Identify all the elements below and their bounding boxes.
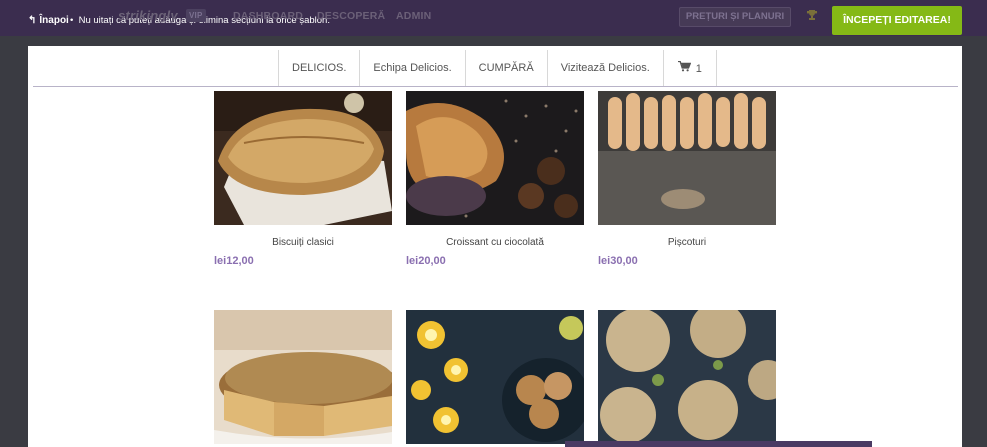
product-card[interactable] [406, 310, 584, 444]
nav-item-visit[interactable]: Vizitează Delicios. [548, 50, 664, 87]
trophy-icon[interactable] [806, 9, 818, 24]
start-editing-button[interactable]: ÎNCEPEȚI EDITAREA! [832, 6, 962, 35]
nav-item-delicios[interactable]: DELICIOS. [279, 50, 361, 87]
cart-count: 1 [695, 62, 702, 75]
product-card[interactable]: Pișcoturi lei30,00 [598, 91, 776, 267]
product-image-matcha-cookies[interactable] [598, 310, 776, 444]
product-price: lei12,00 [214, 255, 254, 267]
site-navigation: DELICIOS. Echipa Delicios. CUMPĂRĂ Vizit… [278, 50, 717, 87]
product-image-tart[interactable] [214, 310, 392, 444]
product-image-bread[interactable] [214, 91, 392, 225]
product-card[interactable]: Biscuiți clasici lei12,00 [214, 91, 392, 267]
product-image-croissant[interactable] [406, 91, 584, 225]
product-price: lei20,00 [406, 255, 446, 267]
back-link[interactable]: ↰ Înapoi [28, 15, 69, 26]
strikingly-logo[interactable]: strikingly [118, 8, 178, 23]
editor-top-bar: ↰Înapoi • Nu uitați că puteți adăuga și … [0, 0, 987, 36]
nav-discover[interactable]: DESCOPERĂ [317, 10, 385, 22]
back-arrow-icon: ↰ [28, 15, 37, 26]
shopping-cart-icon [677, 51, 692, 87]
product-image-flowers-cookies[interactable] [406, 310, 584, 444]
product-name[interactable]: Croissant cu ciocolată [406, 237, 584, 248]
bottom-bar [565, 441, 872, 447]
product-name[interactable]: Pișcoturi [598, 237, 776, 248]
cart-button[interactable]: 1 [664, 50, 717, 87]
product-image-ladyfingers[interactable] [598, 91, 776, 225]
product-price: lei30,00 [598, 255, 638, 267]
vip-badge: VIP [186, 9, 206, 22]
nav-item-shop[interactable]: CUMPĂRĂ [466, 50, 548, 87]
product-card[interactable]: Croissant cu ciocolată lei20,00 [406, 91, 584, 267]
nav-dashboard[interactable]: DASHBOARD [233, 10, 303, 22]
site-preview: DELICIOS. Echipa Delicios. CUMPĂRĂ Vizit… [28, 46, 962, 447]
product-card[interactable] [598, 310, 776, 444]
nav-divider [33, 86, 958, 87]
nav-admin[interactable]: ADMIN [396, 10, 431, 22]
pricing-button[interactable]: PREȚURI ȘI PLANURI [679, 7, 791, 27]
product-name[interactable]: Biscuiți clasici [214, 237, 392, 248]
nav-item-team[interactable]: Echipa Delicios. [360, 50, 466, 87]
product-card[interactable] [214, 310, 392, 444]
